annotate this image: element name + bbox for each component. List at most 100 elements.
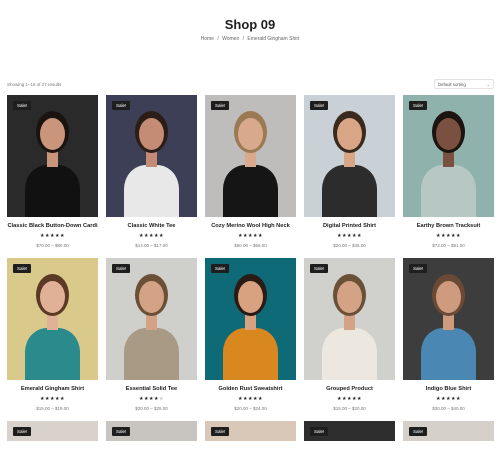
star-rating: ★★★★★	[7, 396, 98, 402]
product-card[interactable]: Sale!	[403, 421, 494, 441]
product-card[interactable]: Sale!	[205, 421, 296, 441]
product-card[interactable]: Sale!	[7, 421, 98, 441]
product-card[interactable]: Sale! Grouped Product ★★★★★ $15.00 – $20.00	[304, 258, 395, 411]
sale-badge: Sale!	[310, 264, 329, 273]
product-card[interactable]: Sale! Classic White Tee ★★★★★ $14.00 – $17.…	[106, 95, 197, 248]
sale-badge: Sale!	[112, 427, 131, 436]
breadcrumb-separator: /	[242, 36, 245, 42]
star-rating: ★★★★★	[106, 233, 197, 239]
star-icon: ★	[257, 396, 263, 402]
product-image[interactable]: Sale!	[106, 258, 197, 380]
model-torso	[421, 165, 476, 217]
product-image[interactable]: Sale!	[403, 258, 494, 380]
sale-badge: Sale!	[409, 427, 428, 436]
star-rating: ★★★★★	[7, 233, 98, 239]
star-icon: ★	[455, 396, 461, 402]
star-icon: ★	[59, 396, 65, 402]
product-image[interactable]: Sale!	[304, 95, 395, 217]
sale-badge: Sale!	[13, 101, 32, 110]
product-grid: Sale! Classic Black Button-Down Cardi ★★★★…	[7, 95, 495, 450]
product-image[interactable]: Sale!	[304, 258, 395, 380]
product-image[interactable]: Sale!	[205, 421, 296, 441]
model-face	[40, 281, 65, 313]
product-card[interactable]: Sale!	[304, 421, 395, 441]
product-name[interactable]: Golden Rust Sweatshirt	[205, 385, 296, 393]
star-icon: ★	[356, 396, 362, 402]
product-image[interactable]: Sale!	[7, 421, 98, 441]
product-price: $15.00 – $19.00	[36, 406, 69, 411]
breadcrumb-home[interactable]: Home	[201, 36, 214, 42]
product-card[interactable]: Sale! Cozy Merino Wool High Neck ★★★★★ $60.…	[205, 95, 296, 248]
sale-badge: Sale!	[310, 101, 329, 110]
product-price: $20.00 – $24.00	[234, 406, 267, 411]
model-face	[40, 118, 65, 150]
model-face	[436, 281, 461, 313]
product-image[interactable]: Sale!	[205, 95, 296, 217]
product-card[interactable]: Sale! Essential Solid Tee ★★★★★ $20.00 – $2…	[106, 258, 197, 411]
model-torso	[25, 328, 80, 380]
product-price: $70.00 – $80.00	[36, 243, 69, 248]
star-rating: ★★★★★	[304, 396, 395, 402]
product-image[interactable]: Sale!	[403, 95, 494, 217]
product-name[interactable]: Essential Solid Tee	[106, 385, 197, 393]
product-name[interactable]: Earthy Brown Tracksuit	[403, 222, 494, 230]
product-image[interactable]: Sale!	[7, 258, 98, 380]
product-row: Sale! Classic Black Button-Down Cardi ★★★★…	[7, 95, 495, 248]
product-name[interactable]: Cozy Merino Wool High Neck	[205, 222, 296, 230]
product-image[interactable]: Sale!	[304, 421, 395, 441]
product-image[interactable]: Sale!	[205, 258, 296, 380]
model-torso	[124, 328, 179, 380]
star-rating: ★★★★★	[403, 396, 494, 402]
sale-badge: Sale!	[310, 427, 329, 436]
product-name[interactable]: Classic White Tee	[106, 222, 197, 230]
sale-badge: Sale!	[112, 101, 131, 110]
product-name[interactable]: Emerald Gingham Shirt	[7, 385, 98, 393]
sale-badge: Sale!	[211, 427, 230, 436]
star-rating: ★★★★★	[205, 396, 296, 402]
star-rating: ★★★★★	[106, 396, 197, 402]
product-card[interactable]: Sale! Indigo Blue Shirt ★★★★★ $30.00 – $40.…	[403, 258, 494, 411]
star-icon: ★	[455, 233, 461, 239]
model-face	[139, 281, 164, 313]
product-image[interactable]: Sale!	[106, 421, 197, 441]
product-card[interactable]: Sale! Earthy Brown Tracksuit ★★★★★ $73.00 –…	[403, 95, 494, 248]
model-face	[337, 118, 362, 150]
product-price: $30.00 – $40.00	[432, 406, 465, 411]
product-card[interactable]: Sale! Emerald Gingham Shirt ★★★★★ $15.00 – …	[7, 258, 98, 411]
star-rating: ★★★★★	[205, 233, 296, 239]
sort-select[interactable]: Default sorting ⌄	[434, 79, 494, 89]
star-icon: ★	[59, 233, 65, 239]
model-face	[238, 281, 263, 313]
product-price: $14.00 – $17.00	[135, 243, 168, 248]
result-count: Showing 1–15 of 27 results	[7, 82, 62, 87]
model-torso	[421, 328, 476, 380]
sale-badge: Sale!	[13, 427, 32, 436]
model-torso	[322, 165, 377, 217]
product-name[interactable]: Digital Printed Shirt	[304, 222, 395, 230]
sort-select-value: Default sorting	[438, 81, 466, 87]
sale-badge: Sale!	[211, 264, 230, 273]
star-icon: ★	[356, 233, 362, 239]
sale-badge: Sale!	[112, 264, 131, 273]
product-row: Sale! Emerald Gingham Shirt ★★★★★ $15.00 – …	[7, 258, 495, 411]
product-price: $15.00 – $20.00	[333, 406, 366, 411]
product-price: $73.00 – $81.00	[432, 243, 465, 248]
model-face	[337, 281, 362, 313]
sale-badge: Sale!	[409, 101, 428, 110]
model-torso	[223, 165, 278, 217]
product-image[interactable]: Sale!	[403, 421, 494, 441]
model-torso	[25, 165, 80, 217]
sale-badge: Sale!	[13, 264, 32, 273]
product-card[interactable]: Sale! Classic Black Button-Down Cardi ★★★★…	[7, 95, 98, 248]
product-image[interactable]: Sale!	[7, 95, 98, 217]
breadcrumb-women[interactable]: Women	[222, 36, 239, 42]
product-name[interactable]: Grouped Product	[304, 385, 395, 393]
model-torso	[223, 328, 278, 380]
product-card[interactable]: Sale! Digital Printed Shirt ★★★★★ $20.00 – …	[304, 95, 395, 248]
product-card[interactable]: Sale!	[106, 421, 197, 441]
product-card[interactable]: Sale! Golden Rust Sweatshirt ★★★★★ $20.00 –…	[205, 258, 296, 411]
product-name[interactable]: Indigo Blue Shirt	[403, 385, 494, 393]
product-row: Sale! Sale! Sale! Sale! Sale!	[7, 421, 495, 441]
product-image[interactable]: Sale!	[106, 95, 197, 217]
product-name[interactable]: Classic Black Button-Down Cardi	[7, 222, 98, 230]
